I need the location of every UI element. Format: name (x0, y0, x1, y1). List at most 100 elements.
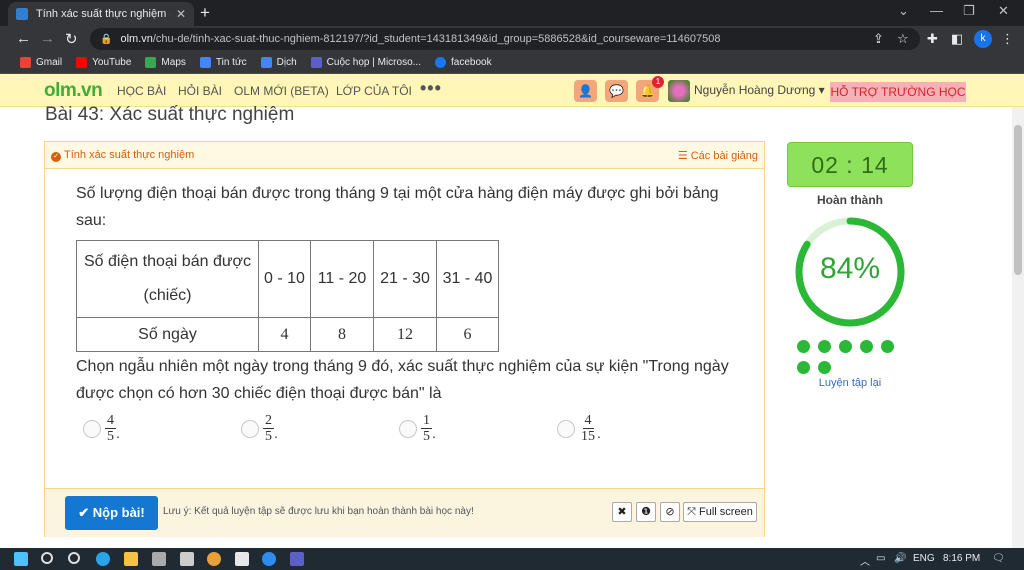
radio-button[interactable] (241, 420, 259, 438)
mail-icon[interactable] (180, 552, 194, 566)
chrome-icon[interactable] (207, 552, 221, 566)
question-dot[interactable] (818, 361, 831, 374)
table-range: 0 - 10 (258, 240, 311, 318)
question-dot[interactable] (839, 340, 852, 353)
lessons-link[interactable]: ☰ Các bài giảng (678, 149, 758, 162)
tray-chevron-icon[interactable]: ︿ (860, 553, 870, 568)
language-indicator[interactable]: ENG (913, 553, 935, 564)
bookmark-facebook[interactable]: facebook (434, 57, 492, 68)
bookmark-teams[interactable]: Cuộc họp | Microso... (310, 57, 421, 68)
user-avatar[interactable] (668, 80, 690, 102)
school-support-button[interactable]: HỖ TRỢ TRƯỜNG HỌC (830, 82, 966, 102)
notification-center-icon[interactable]: 🗨 (992, 553, 1005, 564)
nav-hoc-bai[interactable]: HỌC BÀI (117, 84, 166, 98)
forward-icon[interactable]: → (40, 30, 55, 47)
restore-icon[interactable]: ❐ (963, 3, 975, 19)
nav-lop-cua-toi[interactable]: LỚP CỦA TÔI (336, 84, 412, 98)
new-tab-button[interactable]: + (200, 3, 210, 23)
extensions-icon[interactable]: ✚ (927, 31, 938, 47)
profile-avatar[interactable]: k (974, 30, 992, 48)
olm-logo[interactable]: olm.vn (44, 80, 103, 102)
question-intro: Số lượng điện thoại bán được trong tháng… (76, 185, 719, 229)
nav-more-icon[interactable]: ••• (420, 78, 442, 99)
table-days: 8 (310, 317, 374, 352)
nav-hoi-bai[interactable]: HỎI BÀI (178, 84, 222, 98)
table-days: 12 (373, 317, 437, 352)
facebook-icon (434, 57, 446, 68)
save-note: Lưu ý: Kết quả luyện tập sẽ được lưu khi… (163, 506, 474, 517)
network-icon[interactable]: ▭ (876, 553, 885, 564)
answer-option-2[interactable]: 25 . (241, 414, 278, 444)
submit-button[interactable]: ✔ Nộp bài! (65, 496, 158, 530)
bookmark-youtube[interactable]: YouTube (76, 57, 131, 68)
radio-button[interactable] (557, 420, 575, 438)
gmail-icon (20, 57, 31, 68)
radio-button[interactable] (83, 420, 101, 438)
file-explorer-icon[interactable] (124, 552, 138, 566)
youtube-icon (76, 57, 88, 68)
table-header-days: Số ngày (76, 317, 259, 352)
app-icon[interactable] (235, 552, 249, 566)
nav-olm-moi[interactable]: OLM MỚI (BETA) (234, 84, 329, 98)
teams-icon (310, 57, 322, 68)
info-tool-icon[interactable]: ❶ (636, 502, 656, 522)
user-name-menu[interactable]: Nguyễn Hoàng Dương ▾ (694, 83, 825, 97)
share-icon[interactable]: ⇪ (873, 31, 884, 47)
reload-icon[interactable]: ↻ (65, 30, 78, 48)
scrollbar-thumb[interactable] (1014, 125, 1022, 275)
table-header-phones: Số điện thoại bán được (chiếc) (76, 240, 259, 318)
question-dot[interactable] (797, 361, 810, 374)
question-dot[interactable] (797, 340, 810, 353)
volume-icon[interactable]: 🔊 (894, 553, 906, 564)
notification-badge: 1 (652, 76, 664, 88)
answer-option-1[interactable]: 45 . (83, 414, 120, 444)
block-tool-icon[interactable]: ⊘ (660, 502, 680, 522)
menu-kebab-icon[interactable]: ⋮ (1001, 31, 1014, 47)
minimize-icon[interactable]: — (930, 3, 943, 18)
answer-option-4[interactable]: 4 15 . (557, 414, 601, 444)
back-icon[interactable]: ← (16, 30, 31, 47)
chat-icon[interactable]: 💬 (605, 80, 628, 102)
cortana-icon[interactable] (68, 552, 80, 564)
zalo-icon[interactable] (262, 552, 276, 566)
store-icon[interactable] (152, 552, 166, 566)
windows-start-icon[interactable] (14, 552, 28, 566)
bookmark-translate[interactable]: Dịch (260, 57, 297, 68)
clock[interactable]: 8:16 PM (943, 553, 980, 564)
page-title: Bài 43: Xác suất thực nghiệm (45, 104, 295, 125)
fullscreen-button[interactable]: ⤧ Full screen (683, 502, 757, 522)
browser-tab-active[interactable]: Tính xác suất thực nghiệm - Họ ✕ (8, 2, 194, 26)
bookmark-news[interactable]: Tin tức (199, 57, 247, 68)
countdown-timer: 02 : 14 (787, 142, 913, 187)
add-friend-icon[interactable]: 👤 (574, 80, 597, 102)
lock-icon: 🔒 (100, 33, 113, 45)
question-dot[interactable] (881, 340, 894, 353)
page-scrollbar[interactable] (1012, 107, 1024, 548)
search-icon[interactable] (41, 552, 53, 564)
bookmark-maps[interactable]: Maps (145, 57, 186, 68)
teams-taskbar-icon[interactable] (290, 552, 304, 566)
bookmarks-bar: Gmail YouTube Maps Tin tức Dịch Cuộc họp… (0, 52, 1024, 74)
bookmark-gmail[interactable]: Gmail (20, 57, 62, 68)
tab-search-icon[interactable]: ⌄ (898, 3, 909, 19)
frequency-table: Số điện thoại bán được (chiếc) 0 - 10 11… (76, 240, 499, 352)
table-range: 11 - 20 (310, 240, 374, 318)
radio-button[interactable] (399, 420, 417, 438)
card-footer: ✔ Nộp bài! Lưu ý: Kết quả luyện tập sẽ đ… (45, 488, 764, 537)
maps-icon (145, 57, 157, 68)
browser-tabbar: Tính xác suất thực nghiệm - Họ ✕ + ⌄ — ❐… (0, 0, 1024, 26)
close-tool-icon[interactable]: ✖ (612, 502, 632, 522)
question-dot[interactable] (818, 340, 831, 353)
table-days: 4 (258, 317, 311, 352)
answer-option-3[interactable]: 15 . (399, 414, 436, 444)
url-domain: olm.vn (120, 33, 153, 45)
side-panel-icon[interactable]: ◧ (951, 31, 963, 47)
window-close-icon[interactable]: ✕ (998, 3, 1009, 19)
address-bar[interactable]: 🔒 olm.vn /chu-de/tinh-xac-suat-thuc-nghi… (90, 28, 920, 50)
edge-icon[interactable] (96, 552, 110, 566)
question-dot[interactable] (860, 340, 873, 353)
tab-close-icon[interactable]: ✕ (176, 7, 186, 21)
tab-title: Tính xác suất thực nghiệm - Họ (36, 8, 170, 20)
bookmark-star-icon[interactable]: ☆ (897, 31, 909, 47)
practice-again-link[interactable]: Luyện tập lại (787, 377, 913, 389)
